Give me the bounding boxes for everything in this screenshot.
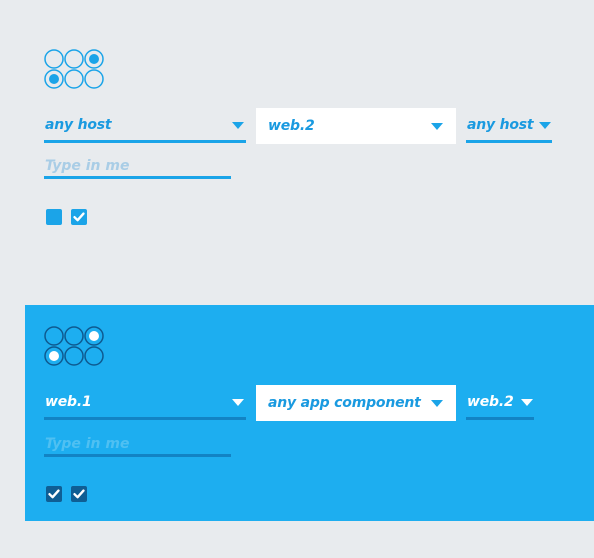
host-select-1[interactable]: web.1 <box>44 384 246 420</box>
checkbox-checked[interactable] <box>71 486 87 502</box>
app-component-select[interactable]: any app component <box>256 385 456 421</box>
host-select-3[interactable]: any host <box>466 107 552 143</box>
app-component-select-value: any app component <box>268 395 421 411</box>
chevron-down-icon <box>521 399 533 406</box>
text-input-placeholder: Type in me <box>45 158 130 174</box>
checkbox-checked[interactable] <box>71 209 87 225</box>
checkmark-icon <box>48 489 60 499</box>
host-select-3[interactable]: web.2 <box>466 384 534 420</box>
grid-selector-icon[interactable] <box>44 48 108 92</box>
checkbox-unchecked[interactable] <box>46 209 62 225</box>
host-select-2[interactable]: web.2 <box>256 108 456 144</box>
chevron-down-icon <box>431 400 443 407</box>
host-select-3-value: web.2 <box>467 394 514 410</box>
chevron-down-icon <box>431 123 443 130</box>
chevron-down-icon <box>232 122 244 129</box>
grid-selector-icon[interactable] <box>44 325 108 369</box>
checkmark-icon <box>73 212 85 222</box>
host-select-1-value: web.1 <box>45 394 92 410</box>
checkmark-icon <box>73 489 85 499</box>
host-select-3-value: any host <box>467 117 534 133</box>
chevron-down-icon <box>539 122 551 129</box>
chevron-down-icon <box>232 399 244 406</box>
host-select-1-value: any host <box>45 117 112 133</box>
blue-panel: web.1 any app component web.2 Type in me <box>25 305 594 521</box>
text-input-placeholder: Type in me <box>45 436 130 452</box>
checkbox-checked[interactable] <box>46 486 62 502</box>
host-select-2-value: web.2 <box>268 118 315 134</box>
text-input[interactable]: Type in me <box>44 155 231 179</box>
host-select-1[interactable]: any host <box>44 107 246 143</box>
text-input[interactable]: Type in me <box>44 433 231 457</box>
